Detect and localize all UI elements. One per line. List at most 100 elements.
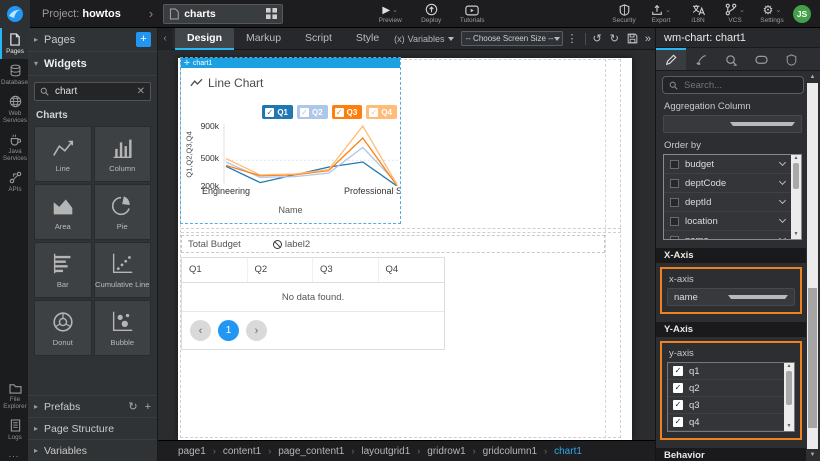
tab-events[interactable] [746, 48, 776, 70]
sidebar-item-file-explorer[interactable]: File Explorer [0, 378, 28, 414]
scroll-down-icon[interactable]: ▼ [787, 423, 792, 430]
breadcrumb-item-chart1[interactable]: chart1 [554, 446, 582, 457]
section-page-structure[interactable]: ▸Page Structure [28, 417, 157, 439]
page-switcher[interactable]: charts [163, 4, 283, 24]
chevron-down-icon[interactable] [779, 216, 786, 223]
widget-tile-bubble[interactable]: Bubble [94, 300, 152, 356]
settings-button[interactable]: ⚙⌄Settings [757, 0, 787, 28]
checked-checkbox[interactable]: ✓ [673, 366, 683, 376]
checked-checkbox[interactable]: ✓ [673, 417, 683, 427]
tab-style[interactable]: Style [344, 28, 391, 50]
breadcrumb-item-gridcolumn1[interactable]: gridcolumn1 [483, 446, 537, 457]
widget-tile-line[interactable]: Line [34, 126, 92, 182]
scroll-down-icon[interactable]: ▼ [806, 452, 819, 458]
property-search[interactable] [662, 76, 804, 94]
current-page-button[interactable]: 1 [218, 320, 239, 341]
order-by-item-deptId[interactable]: deptId [664, 193, 791, 212]
legend-item-q1[interactable]: ✓Q1 [262, 105, 293, 119]
legend-item-q3[interactable]: ✓Q3 [332, 105, 363, 119]
tab-markup[interactable]: Markup [234, 28, 293, 50]
section-prefabs[interactable]: ▸Prefabs↻+ [28, 395, 157, 417]
aggregation-column-select[interactable] [663, 115, 802, 133]
sidebar-item-web-services[interactable]: Web Services [0, 90, 28, 128]
column-header-q1[interactable]: Q1 [182, 258, 248, 282]
grid-icon[interactable] [266, 8, 277, 19]
more-options-kebab-icon[interactable]: ⋮ [567, 32, 578, 45]
selected-widget-header[interactable]: ✛ chart1 [181, 58, 400, 68]
y-axis-item-q4[interactable]: ✓q4 [668, 414, 784, 431]
checked-checkbox[interactable]: ✓ [673, 383, 683, 393]
scrollbar-thumb[interactable] [786, 371, 792, 405]
widget-tile-cumulative-line[interactable]: Cumulative Line [94, 242, 152, 298]
widget-search-input[interactable] [53, 85, 133, 98]
checkbox[interactable] [670, 160, 679, 169]
save-icon[interactable] [627, 33, 638, 44]
legend-item-q2[interactable]: ✓Q2 [297, 105, 328, 119]
sidebar-more-button[interactable]: ... [0, 449, 28, 459]
add-page-button[interactable]: + [136, 32, 151, 47]
order-by-item-name[interactable]: name [664, 231, 791, 240]
next-page-button[interactable]: › [246, 320, 267, 341]
line-chart[interactable]: Line Chart ✓Q1✓Q2✓Q3✓Q4 Q1,Q2,Q3,Q4 900k… [181, 68, 400, 223]
checkbox[interactable] [670, 198, 679, 207]
pages-section-header[interactable]: ▸ Pages + [28, 28, 157, 52]
sidebar-item-databases[interactable]: Databases [0, 59, 28, 90]
tab-inspect[interactable] [716, 48, 746, 70]
breadcrumb-item-page1[interactable]: page1 [178, 446, 206, 457]
i18n-button[interactable]: i18N [683, 0, 713, 28]
sidebar-item-logs[interactable]: Logs [0, 414, 28, 445]
tab-script[interactable]: Script [293, 28, 344, 50]
y-axis-item-q3[interactable]: ✓q3 [668, 397, 784, 414]
export-button[interactable]: ⌄Export [646, 0, 676, 28]
sidebar-item-apis[interactable]: APIs [0, 166, 28, 197]
undo-icon[interactable]: ↺ [593, 32, 602, 45]
scrollbar-thumb[interactable] [793, 163, 799, 189]
checkbox[interactable] [670, 217, 679, 226]
order-by-scrollbar[interactable]: ▲ ▼ [791, 155, 801, 239]
scroll-up-icon[interactable]: ▲ [794, 155, 799, 162]
scroll-up-icon[interactable]: ▲ [787, 363, 792, 370]
user-avatar[interactable]: JS [793, 5, 811, 23]
breadcrumb-item-layoutgrid1[interactable]: layoutgrid1 [361, 446, 410, 457]
column-header-q2[interactable]: Q2 [248, 258, 314, 282]
widget-tile-column[interactable]: Column [94, 126, 152, 182]
sidebar-item-pages[interactable]: Pages [0, 28, 28, 59]
column-header-q4[interactable]: Q4 [379, 258, 445, 282]
clear-search-icon[interactable]: ✕ [137, 86, 145, 97]
chevron-down-icon[interactable] [779, 159, 786, 166]
scrollbar-thumb[interactable] [808, 288, 817, 428]
chevron-down-icon[interactable] [779, 197, 786, 204]
tab-design[interactable]: Design [175, 28, 234, 50]
add-prefab-icon[interactable]: + [145, 401, 151, 413]
label-row[interactable]: Total Budget label2 [181, 235, 605, 253]
screen-size-select[interactable]: -- Choose Screen Size -- [461, 31, 563, 46]
order-by-item-deptCode[interactable]: deptCode [664, 174, 791, 193]
breadcrumb-item-content1[interactable]: content1 [223, 446, 261, 457]
page-preview[interactable]: ✛ chart1 Line Chart ✓Q1✓Q2✓Q3✓Q4 Q1,Q2,Q… [178, 58, 632, 440]
deploy-button[interactable]: Deploy [416, 0, 446, 28]
x-axis-select[interactable]: name [667, 288, 795, 306]
scroll-down-icon[interactable]: ▼ [794, 231, 799, 238]
checked-checkbox[interactable]: ✓ [673, 400, 683, 410]
label2-widget[interactable]: label2 [273, 239, 310, 250]
order-by-item-budget[interactable]: budget [664, 155, 791, 174]
column-header-q3[interactable]: Q3 [313, 258, 379, 282]
tab-security[interactable] [776, 48, 806, 70]
widgets-section-header[interactable]: ▾ Widgets [28, 52, 157, 76]
legend-item-q4[interactable]: ✓Q4 [366, 105, 397, 119]
expand-right-icon[interactable]: » [645, 33, 651, 45]
section-variables[interactable]: ▸Variables [28, 439, 157, 461]
chart-widget[interactable]: ✛ chart1 Line Chart ✓Q1✓Q2✓Q3✓Q4 Q1,Q2,Q… [181, 58, 400, 223]
breadcrumb-item-page_content1[interactable]: page_content1 [278, 446, 344, 457]
order-by-item-location[interactable]: location [664, 212, 791, 231]
security-button[interactable]: Security [609, 0, 639, 28]
collapse-left-panel-icon[interactable]: ‹ [158, 28, 172, 50]
tab-styles[interactable] [686, 48, 716, 70]
widget-search[interactable]: ✕ [34, 82, 151, 101]
tab-properties[interactable] [656, 48, 686, 70]
scroll-up-icon[interactable]: ▲ [806, 74, 819, 80]
checkbox[interactable] [670, 179, 679, 188]
data-table[interactable]: Q1Q2Q3Q4 No data found. ‹ 1 › [181, 257, 445, 350]
breadcrumb-item-gridrow1[interactable]: gridrow1 [427, 446, 465, 457]
widget-tile-area[interactable]: Area [34, 184, 92, 240]
